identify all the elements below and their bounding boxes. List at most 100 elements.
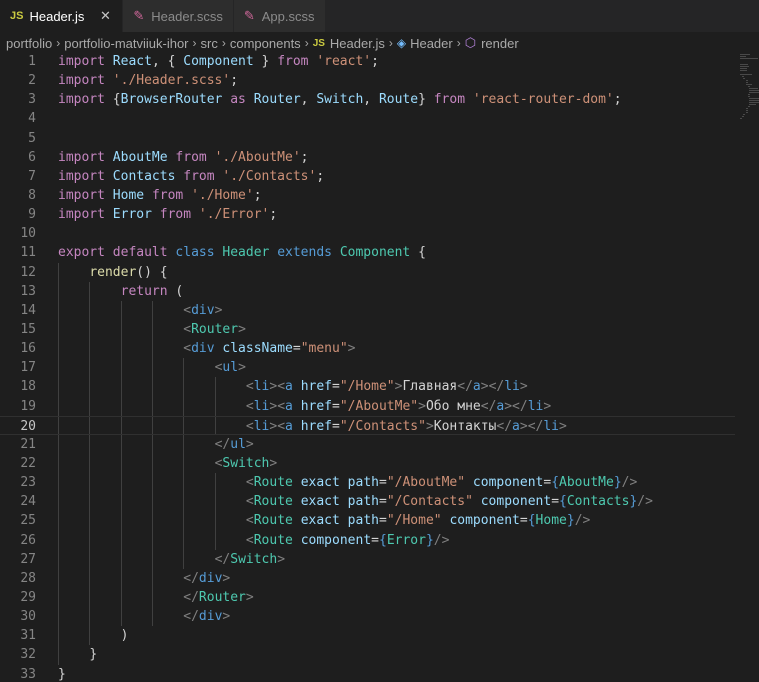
code-token: >< [269, 418, 286, 434]
minimap-line [740, 68, 747, 69]
code-line[interactable]: 24 <Route exact path="/Contacts" componen… [0, 492, 735, 512]
code-editor[interactable]: 1 import React, { Component } from 'react… [0, 52, 735, 682]
indent-guide [58, 339, 59, 359]
code-line[interactable]: 28 </div> [0, 568, 735, 588]
code-line[interactable]: 12 render() { [0, 262, 735, 282]
code-token: div [198, 609, 223, 625]
minimap-line [749, 98, 759, 99]
code-token: /> [574, 513, 591, 529]
code-token: Route [378, 92, 419, 108]
indent-guide [58, 549, 59, 569]
breadcrumb-item-src[interactable]: src [201, 36, 218, 51]
code-line[interactable]: 2 import './Header.scss'; [0, 71, 735, 90]
code-line[interactable]: 17 <ul> [0, 358, 735, 378]
code-line[interactable]: 10 [0, 224, 735, 243]
code-token: </ [183, 589, 199, 605]
code-line[interactable]: 5 [0, 129, 735, 148]
breadcrumb-item-portfolio[interactable]: portfolio [6, 36, 52, 51]
line-number: 23 [20, 475, 36, 491]
indent-guide [214, 416, 216, 434]
code-line[interactable]: 8 import Home from './Home'; [0, 186, 735, 205]
indent-guide [58, 377, 59, 397]
indent-guide [120, 339, 122, 359]
code-line[interactable]: 14 <div> [0, 300, 735, 320]
indent-guide [151, 416, 153, 434]
code-line[interactable]: 31) [0, 626, 735, 646]
chevron-right-icon: › [388, 36, 393, 50]
code-token: exact [300, 475, 340, 491]
line-number: 1 [28, 54, 36, 69]
indent-guide [58, 626, 59, 646]
code-line[interactable]: 33} [0, 665, 735, 682]
indent-guide [89, 300, 91, 320]
minimap-line [743, 114, 745, 115]
breadcrumb-item-components[interactable]: components [230, 36, 301, 51]
code-line[interactable]: 26 <Route component={Error}/> [0, 530, 735, 550]
code-token: exact [300, 513, 340, 529]
code-token: Router [253, 92, 301, 108]
tab-app-scss[interactable]: ✎ App.scss [233, 0, 326, 32]
code-line[interactable]: 13 return ( [0, 281, 735, 301]
code-token: Home [535, 513, 567, 529]
code-line[interactable]: 16 <div className="menu"> [0, 339, 735, 359]
code-line[interactable]: 21 </ul> [0, 434, 735, 454]
code-line[interactable]: 27 </Switch> [0, 549, 735, 569]
code-token: { [527, 513, 536, 529]
code-line[interactable]: 32} [0, 645, 735, 665]
code-line[interactable]: 7 import Contacts from './Contacts'; [0, 167, 735, 186]
code-line[interactable]: 25 <Route exact path="/Home" component={H… [0, 511, 735, 531]
tab-header-js[interactable]: JS Header.js ✕ [0, 0, 124, 32]
code-token: >< [269, 379, 286, 395]
code-line[interactable]: 1 import React, { Component } from 'react… [0, 52, 735, 71]
code-token: './Home' [191, 187, 254, 203]
breadcrumb-item-project[interactable]: portfolio-matviiuk-ihor [64, 36, 188, 51]
code-token: < [245, 513, 254, 529]
indent-guide [214, 473, 216, 493]
code-line[interactable]: 19 <li><a href="/AboutMe">Обо мне</a></li… [0, 396, 735, 416]
code-token: { [559, 494, 567, 510]
code-token: href [300, 418, 333, 434]
code-line[interactable]: 20 <li><a href="/Contacts">Контакты</a></… [0, 415, 735, 435]
close-icon[interactable]: ✕ [98, 8, 112, 24]
code-line[interactable]: 4 [0, 109, 735, 128]
code-line[interactable]: 22 <Switch> [0, 453, 735, 474]
tab-header-scss[interactable]: ✎ Header.scss [123, 0, 234, 32]
indent-guide [151, 396, 153, 416]
code-token: < [183, 321, 192, 337]
indent-guide [151, 300, 153, 320]
code-line[interactable]: 3 import {BrowserRouter as Router, Switch… [0, 90, 735, 109]
code-line[interactable]: 9 import Error from './Error'; [0, 205, 735, 224]
code-line[interactable]: 18 <li><a href="/Home">Главная</a></li> [0, 377, 735, 397]
line-number: 19 [20, 398, 36, 414]
code-token: /> [621, 475, 638, 491]
indent-guide [120, 473, 122, 493]
indent-guide [183, 473, 185, 493]
line-number: 2 [28, 73, 36, 89]
minimap[interactable] [736, 52, 759, 682]
indent-guide [89, 511, 91, 531]
indent-guide [151, 377, 153, 397]
code-token: ( [167, 283, 184, 299]
code-text: <Route exact path="/AboutMe" component={… [246, 473, 637, 492]
indent-guide [58, 607, 59, 627]
code-line[interactable]: 6 import AboutMe from './AboutMe'; [0, 148, 735, 167]
breadcrumb-item-method[interactable]: render [481, 36, 519, 51]
code-token: ) [120, 628, 129, 644]
code-line[interactable]: 23 <Route exact path="/AboutMe" component… [0, 473, 735, 493]
breadcrumb-item-class[interactable]: Header [410, 36, 453, 51]
code-line[interactable]: 29 </Router> [0, 587, 735, 608]
code-line[interactable]: 11 export default class Header extends Co… [0, 243, 735, 262]
line-number: 6 [28, 149, 36, 165]
code-token: ; [269, 207, 278, 223]
code-token: "/Contacts" [339, 418, 426, 434]
code-line[interactable]: 30 </div> [0, 607, 735, 627]
breadcrumb-item-file[interactable]: Header.js [330, 36, 385, 51]
code-line[interactable]: 15 <Router> [0, 319, 735, 340]
code-token: './AboutMe' [214, 149, 301, 165]
line-number: 20 [20, 418, 36, 434]
